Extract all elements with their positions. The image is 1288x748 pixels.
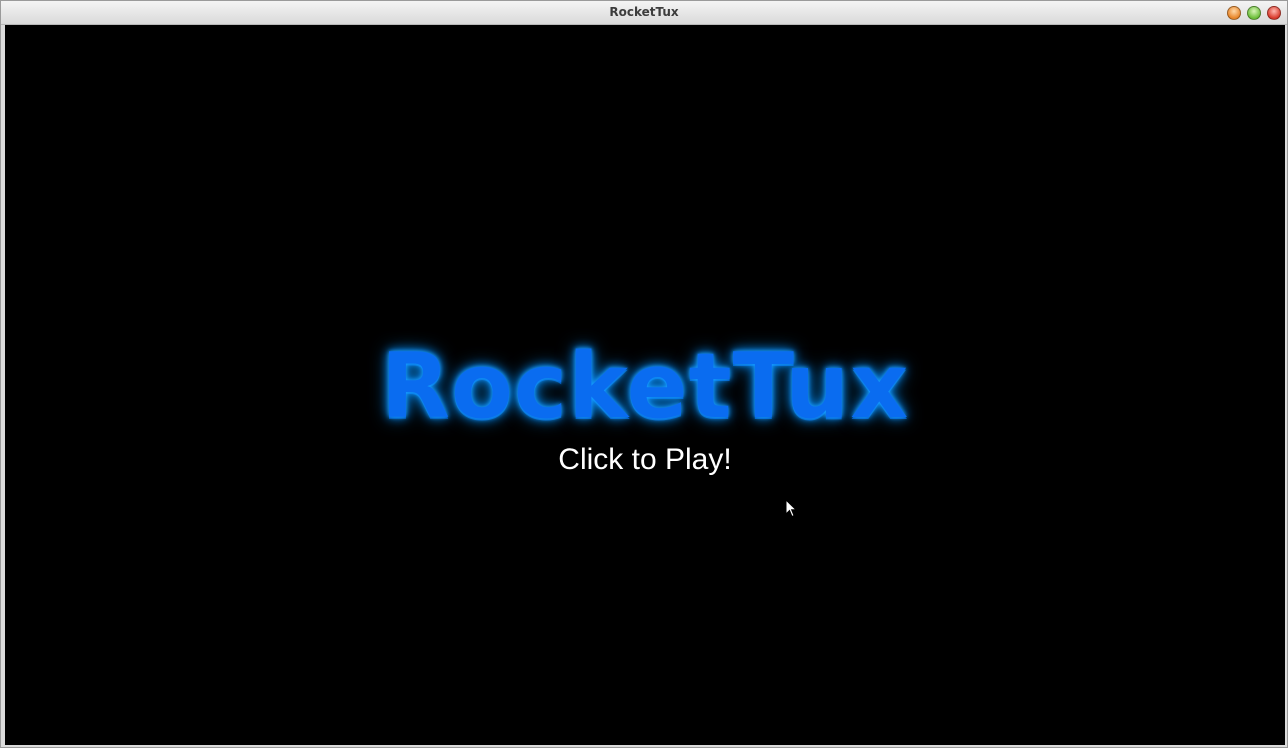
- title-bar[interactable]: RocketTux: [1, 1, 1287, 25]
- click-to-play-prompt[interactable]: Click to Play!: [5, 443, 1285, 477]
- minimize-button[interactable]: [1227, 6, 1241, 20]
- app-window: RocketTux RocketTux Click to Play!: [0, 0, 1288, 748]
- maximize-button[interactable]: [1247, 6, 1261, 20]
- game-logo: RocketTux: [380, 334, 910, 439]
- close-button[interactable]: [1267, 6, 1281, 20]
- window-title: RocketTux: [609, 5, 679, 19]
- game-canvas[interactable]: RocketTux Click to Play!: [5, 25, 1285, 745]
- mouse-pointer-icon: [785, 499, 797, 518]
